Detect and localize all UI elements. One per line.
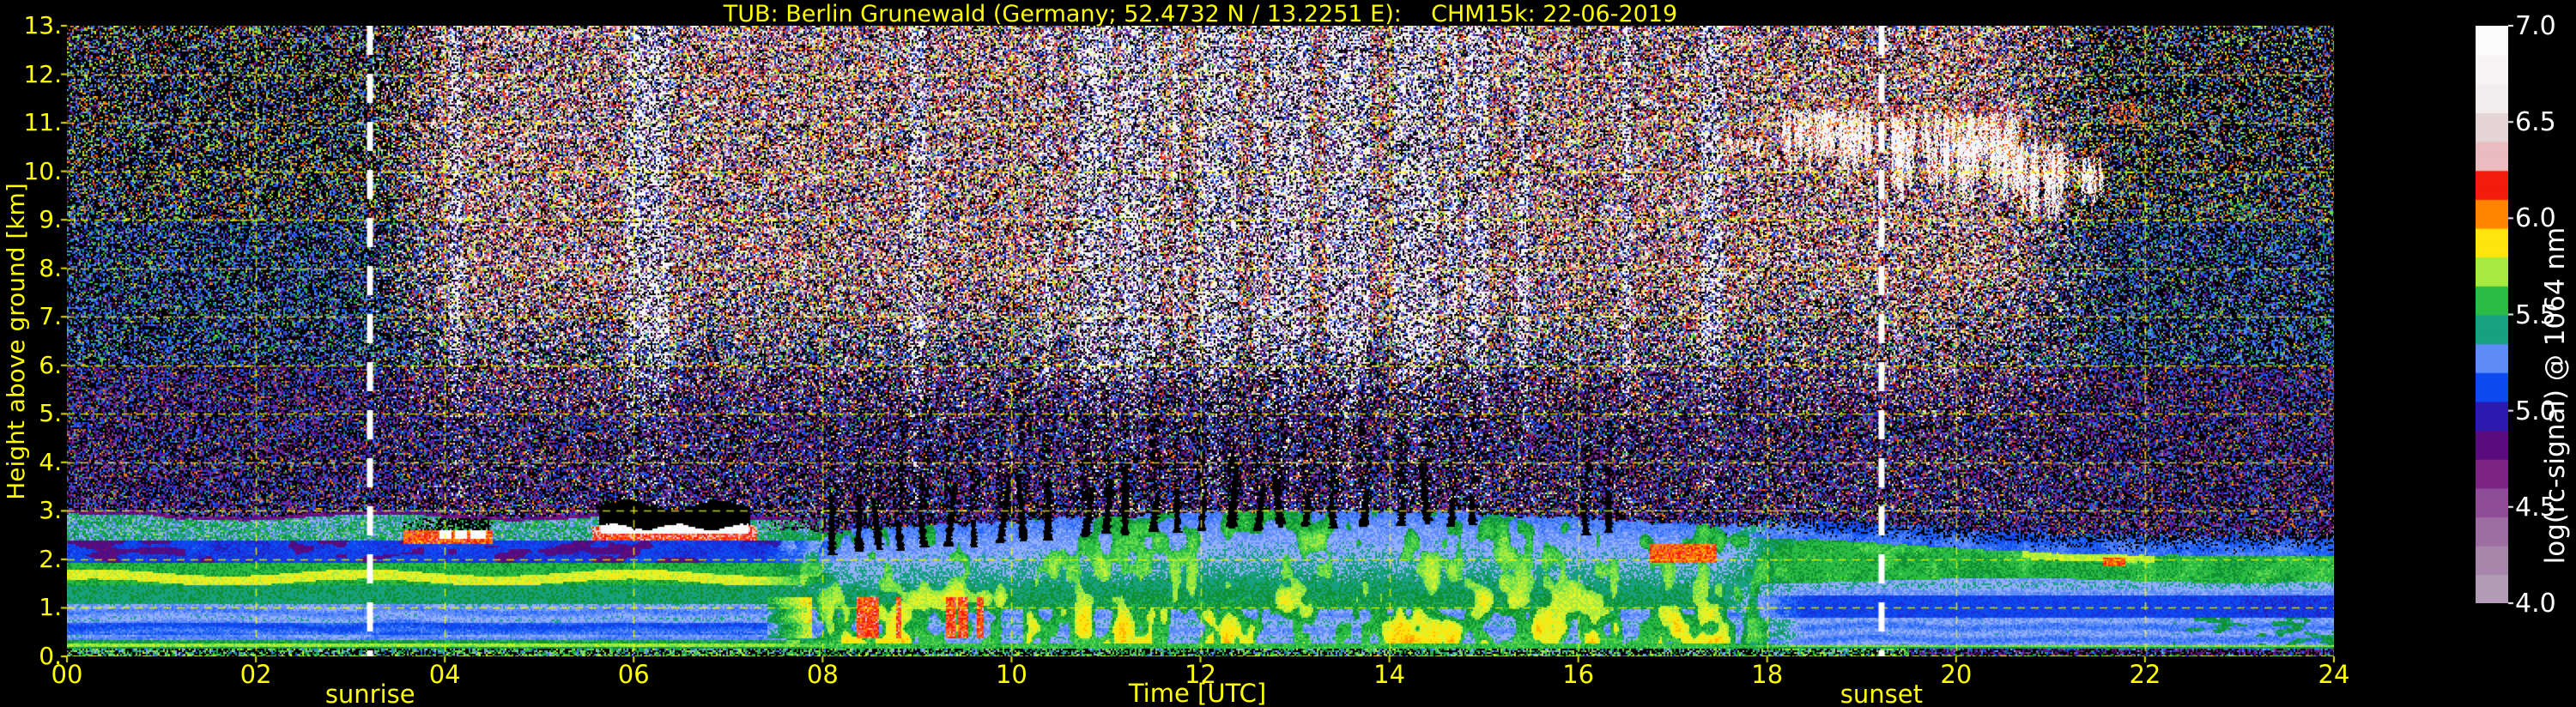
y-tick-label: 1. bbox=[39, 593, 62, 622]
x-tick-label: 20 bbox=[1940, 660, 1973, 689]
y-tick-label: 9. bbox=[39, 205, 62, 234]
lidar-quicklook-page: TUB: Berlin Grunewald (Germany; 52.4732 … bbox=[0, 0, 2576, 707]
x-tick-label: 08 bbox=[806, 660, 839, 689]
x-tick-label: 10 bbox=[995, 660, 1027, 689]
colorbar-canvas bbox=[2476, 26, 2508, 603]
y-tick-label: 0. bbox=[39, 642, 62, 670]
x-tick-label: 06 bbox=[617, 660, 650, 689]
y-tick-label: 12. bbox=[23, 59, 62, 88]
x-tick-label: 16 bbox=[1562, 660, 1595, 689]
x-tick-label: 24 bbox=[2318, 660, 2350, 689]
lidar-heatmap-canvas bbox=[67, 26, 2334, 656]
y-tick-label: 7. bbox=[39, 302, 62, 331]
x-tick-label: 04 bbox=[428, 660, 461, 689]
x-tick-label: 18 bbox=[1751, 660, 1784, 689]
y-tick-label: 8. bbox=[39, 253, 62, 282]
colorbar-tick-label: 7.0 bbox=[2515, 11, 2556, 41]
x-tick-label: 12 bbox=[1185, 660, 1216, 689]
y-tick-label: 13. bbox=[23, 11, 62, 39]
x-tick-label: 22 bbox=[2129, 660, 2161, 689]
y-tick-label: 5. bbox=[39, 399, 62, 428]
y-tick-label: 6. bbox=[39, 350, 62, 379]
colorbar-tick-label: 6.5 bbox=[2515, 107, 2556, 138]
y-tick-label: 2. bbox=[39, 544, 62, 573]
page-title: TUB: Berlin Grunewald (Germany; 52.4732 … bbox=[723, 1, 1678, 27]
y-tick-label: 11. bbox=[23, 108, 62, 137]
x-tick-label: 14 bbox=[1373, 660, 1406, 689]
y-tick-label: 10. bbox=[23, 156, 62, 185]
x-tick-label: 02 bbox=[239, 660, 272, 689]
y-tick-label: 3. bbox=[39, 496, 62, 525]
y-tick-label: 4. bbox=[39, 447, 62, 476]
colorbar-label: log(rc-signal) @ 1064 nm bbox=[2540, 227, 2571, 565]
